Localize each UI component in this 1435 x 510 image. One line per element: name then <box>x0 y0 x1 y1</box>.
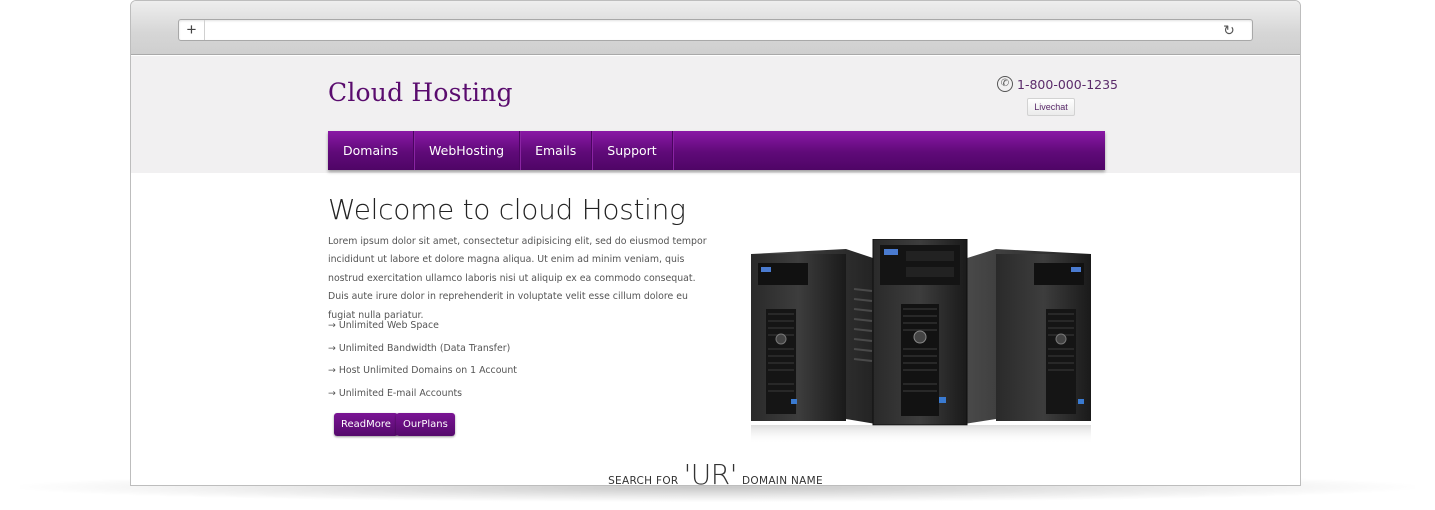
web-page: Cloud Hosting ✆ 1-800-000-1235 Livechat … <box>131 56 1300 486</box>
nav-item-webhosting[interactable]: WebHosting <box>414 131 521 170</box>
phone-number: 1-800-000-1235 <box>1017 76 1119 92</box>
read-more-button[interactable]: ReadMore <box>334 413 398 436</box>
feature-item: → Unlimited Web Space <box>328 320 439 331</box>
nav-item-emails[interactable]: Emails <box>520 131 593 170</box>
feature-item: → Unlimited Bandwidth (Data Transfer) <box>328 342 511 354</box>
feature-item: → Host Unlimited Domains on 1 Account <box>328 365 517 377</box>
browser-toolbar: + ↻ <box>131 1 1300 55</box>
our-plans-button[interactable]: OurPlans <box>396 413 455 436</box>
site-logo[interactable]: Cloud Hosting <box>328 78 513 107</box>
feature-item: → Unlimited E-mail Accounts <box>328 388 463 400</box>
intro-text: Lorem ipsum dolor sit amet, consectetur … <box>328 236 707 321</box>
nav-item-domains[interactable]: Domains <box>328 131 415 170</box>
feature-list: → Unlimited Web Space → Unlimited Bandwi… <box>328 315 517 406</box>
site-header: Cloud Hosting ✆ 1-800-000-1235 Livechat … <box>131 56 1300 173</box>
main-nav: Domains WebHosting Emails Support <box>328 131 1105 170</box>
page-title: Welcome to cloud Hosting <box>328 193 686 226</box>
search-prefix: SEARCH FOR <box>608 475 679 486</box>
plus-icon[interactable]: + <box>179 20 205 40</box>
search-highlight: 'UR' <box>683 458 738 486</box>
phone-icon: ✆ <box>997 76 1013 92</box>
domain-search-heading: SEARCH FOR 'UR' DOMAIN NAME <box>131 458 1300 486</box>
search-suffix: DOMAIN NAME <box>742 475 823 486</box>
address-bar[interactable]: + ↻ <box>178 19 1253 41</box>
nav-item-support[interactable]: Support <box>592 131 673 170</box>
servers-illustration <box>751 239 1091 444</box>
livechat-button[interactable]: Livechat <box>1027 98 1075 116</box>
browser-window: + ↻ Cloud Hosting ✆ 1-800-000-1235 Livec… <box>130 0 1301 486</box>
reload-icon[interactable]: ↻ <box>1220 21 1238 39</box>
phone-contact: ✆ 1-800-000-1235 <box>997 75 1118 93</box>
